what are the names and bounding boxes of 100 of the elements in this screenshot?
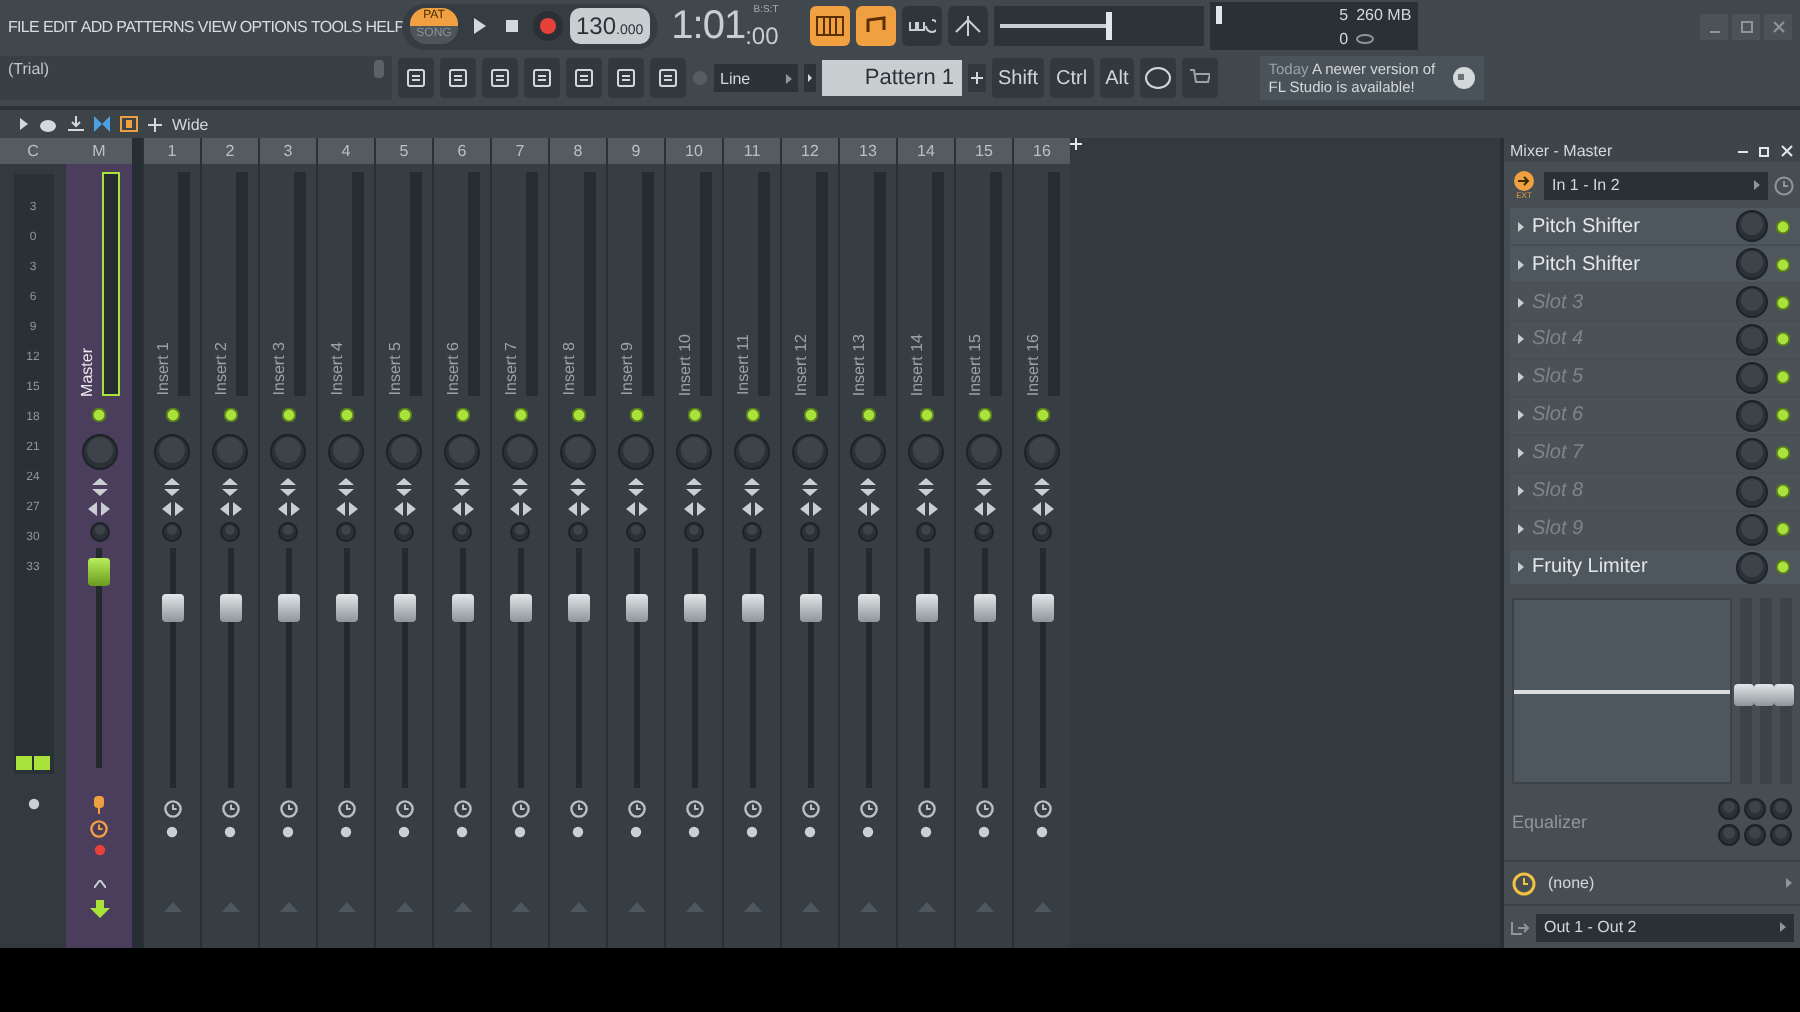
up-down-arrows-icon[interactable] [164, 478, 180, 496]
led-icon[interactable] [397, 408, 411, 422]
mixer-track[interactable]: 2 Insert 2 [200, 138, 258, 948]
led-icon[interactable] [745, 408, 759, 422]
maximize-button[interactable] [1732, 13, 1760, 39]
led-icon[interactable] [861, 408, 875, 422]
led-icon[interactable] [339, 408, 353, 422]
led-icon[interactable] [455, 408, 469, 422]
mixer-track[interactable]: 11 Insert 11 [722, 138, 780, 948]
menu-item[interactable]: PATTERNS [116, 17, 194, 35]
led-icon[interactable] [977, 408, 991, 422]
up-down-arrows-icon[interactable] [628, 478, 644, 496]
fader-handle[interactable] [683, 594, 705, 623]
slider-handle[interactable] [1106, 12, 1113, 40]
fader-handle[interactable] [915, 594, 937, 623]
dot-icon[interactable] [920, 826, 932, 838]
fader-handle[interactable] [451, 594, 473, 623]
left-right-arrows-icon[interactable] [1031, 502, 1053, 516]
up-down-arrows-icon[interactable] [686, 478, 702, 496]
left-right-arrows-icon[interactable] [277, 502, 299, 516]
led-icon[interactable] [1776, 332, 1790, 347]
led-icon[interactable] [1776, 219, 1790, 234]
left-right-arrows-icon[interactable] [683, 502, 705, 516]
up-down-arrows-icon[interactable] [802, 478, 818, 496]
left-right-arrows-icon[interactable] [741, 502, 763, 516]
up-down-arrows-icon[interactable] [744, 478, 760, 496]
led-icon[interactable] [571, 408, 585, 422]
master-pitch-slider[interactable] [993, 6, 1204, 46]
clock-icon[interactable] [1512, 871, 1536, 896]
dot-icon[interactable] [572, 826, 584, 838]
left-right-arrows-icon[interactable] [88, 502, 110, 516]
slider-handle[interactable] [1774, 684, 1794, 707]
fader-handle[interactable] [1031, 594, 1053, 623]
mixer-track[interactable]: 13 Insert 13 [838, 138, 896, 948]
mixer-track[interactable]: 10 Insert 10 [664, 138, 722, 948]
fader-handle[interactable] [88, 557, 110, 586]
up-down-arrows-icon[interactable] [454, 478, 470, 496]
led-icon[interactable] [629, 408, 643, 422]
download-icon[interactable] [68, 116, 84, 132]
mixer-track[interactable]: 9 Insert 9 [606, 138, 664, 948]
up-down-arrows-icon[interactable] [570, 478, 586, 496]
led-icon[interactable] [803, 408, 817, 422]
mixer-track[interactable]: 7 Insert 7 [490, 138, 548, 948]
up-down-arrows-icon[interactable] [396, 478, 412, 496]
up-down-arrows-icon[interactable] [1034, 478, 1050, 496]
led-icon[interactable] [1776, 295, 1790, 310]
toolbar-button[interactable] [440, 58, 476, 98]
slider-handle[interactable] [1734, 684, 1754, 707]
left-right-arrows-icon[interactable] [509, 502, 531, 516]
fader-handle[interactable] [219, 594, 241, 623]
mixer-track[interactable]: 12 Insert 12 [780, 138, 838, 948]
dot-icon[interactable] [224, 826, 236, 838]
panel-icon[interactable] [120, 116, 138, 132]
clock-icon[interactable] [859, 800, 877, 818]
dot-icon[interactable] [93, 844, 105, 856]
fader-handle[interactable] [973, 594, 995, 623]
shop-button[interactable] [1182, 58, 1219, 98]
led-icon[interactable] [1776, 560, 1790, 574]
led-icon[interactable] [1776, 257, 1790, 272]
dot-icon[interactable] [1036, 826, 1048, 838]
clock-icon[interactable] [1033, 800, 1051, 818]
clock-icon[interactable] [337, 800, 355, 818]
routing-label[interactable]: (none) [1548, 874, 1774, 893]
led-icon[interactable] [1776, 522, 1790, 537]
left-right-arrows-icon[interactable] [799, 502, 821, 516]
record-icon[interactable] [532, 10, 564, 42]
toolbar-button[interactable] [482, 58, 518, 98]
output-select[interactable]: Out 1 - Out 2 [1536, 913, 1794, 942]
input-select[interactable]: In 1 - In 2 [1544, 171, 1768, 200]
dot-icon[interactable] [514, 826, 526, 838]
led-icon[interactable] [1035, 408, 1049, 422]
toolbar-button[interactable] [398, 58, 434, 98]
dot-icon[interactable] [456, 826, 468, 838]
mixer-track[interactable]: 5 Insert 5 [374, 138, 432, 948]
eq-band-slider[interactable] [1780, 598, 1792, 784]
fader-handle[interactable] [741, 594, 763, 623]
dot-icon[interactable] [282, 826, 294, 838]
left-right-arrows-icon[interactable] [567, 502, 589, 516]
pattern-selector[interactable]: Pattern 1 [822, 60, 962, 96]
plus-icon[interactable] [148, 117, 162, 131]
menu-item[interactable]: ADD [80, 17, 113, 35]
up-down-arrows-icon[interactable] [280, 478, 296, 496]
mixer-track[interactable]: 1 Insert 1 [142, 138, 200, 948]
caret-icon[interactable] [804, 64, 816, 92]
mixer-track[interactable]: 4 Insert 4 [316, 138, 374, 948]
clock-icon[interactable] [1774, 175, 1794, 196]
up-down-arrows-icon[interactable] [222, 478, 238, 496]
eq-band-slider[interactable] [1760, 598, 1772, 784]
left-right-arrows-icon[interactable] [857, 502, 879, 516]
clock-icon[interactable] [685, 800, 703, 818]
clock-icon[interactable] [917, 800, 935, 818]
restore-icon[interactable] [1758, 143, 1772, 158]
toolbar-button[interactable] [566, 58, 602, 98]
split-icon[interactable] [94, 116, 110, 132]
menu-item[interactable]: OPTIONS [239, 17, 307, 35]
led-icon[interactable] [919, 408, 933, 422]
mixer-track[interactable]: 3 Insert 3 [258, 138, 316, 948]
plus-icon[interactable] [968, 64, 986, 92]
menu-item[interactable]: HELP [365, 17, 405, 35]
clock-icon[interactable] [569, 800, 587, 818]
